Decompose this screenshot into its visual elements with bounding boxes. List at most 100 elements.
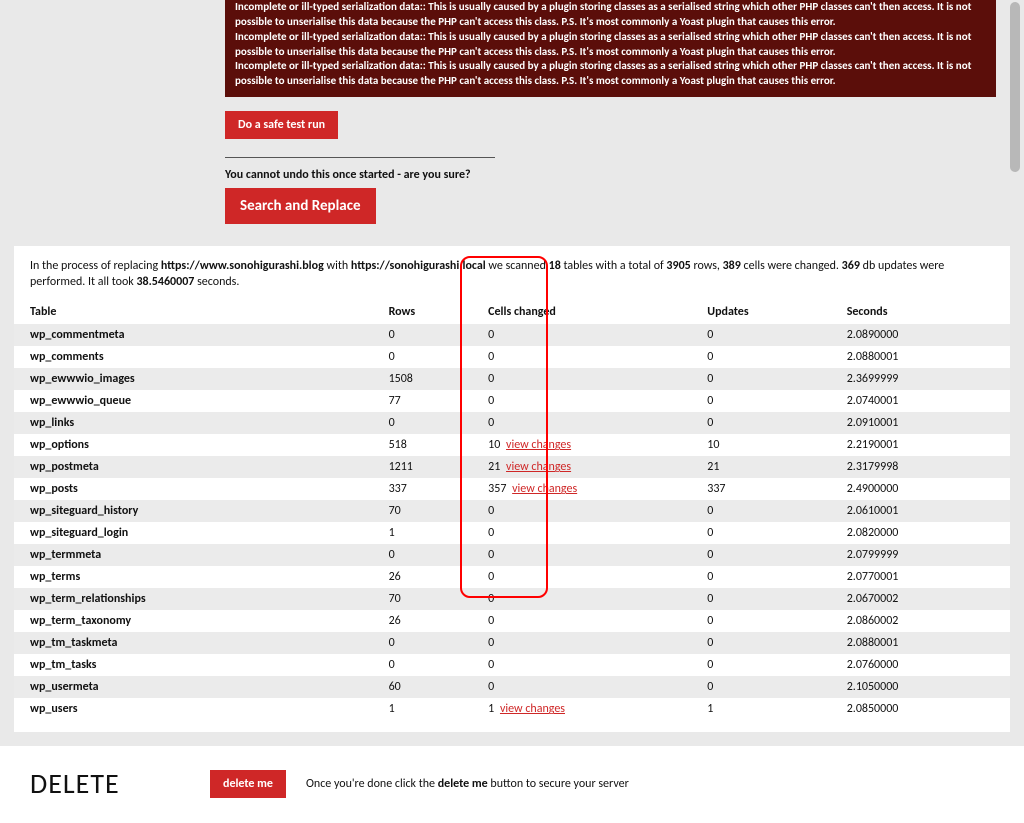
cell-rows: 1508	[373, 368, 473, 390]
cell-table-name: wp_usermeta	[14, 676, 373, 698]
cell-seconds: 2.3179998	[831, 456, 1010, 478]
cell-seconds: 2.3699999	[831, 368, 1010, 390]
table-row: wp_postmeta121121 view changes212.317999…	[14, 456, 1010, 478]
cell-seconds: 2.0670002	[831, 588, 1010, 610]
table-row: wp_posts337357 view changes3372.4900000	[14, 478, 1010, 500]
delete-help-text: Once you're done click the delete me but…	[306, 777, 629, 791]
cell-table-name: wp_siteguard_history	[14, 500, 373, 522]
cell-updates: 1	[691, 698, 830, 720]
cell-cells-changed: 357 view changes	[472, 478, 691, 500]
cell-rows: 70	[373, 588, 473, 610]
scrollbar-thumb[interactable]	[1010, 2, 1020, 172]
col-header-updates: Updates	[691, 300, 830, 324]
cell-table-name: wp_ewwwio_images	[14, 368, 373, 390]
cell-cells-changed: 0	[472, 544, 691, 566]
view-changes-link[interactable]: view changes	[500, 702, 565, 716]
search-and-replace-button[interactable]: Search and Replace	[225, 188, 376, 224]
cell-seconds: 2.0610001	[831, 500, 1010, 522]
table-row: wp_options51810 view changes102.2190001	[14, 434, 1010, 456]
table-row: wp_ewwwio_images1508002.3699999	[14, 368, 1010, 390]
serialization-error-box: Incomplete or ill-typed serialization da…	[225, 0, 996, 97]
cell-rows: 0	[373, 346, 473, 368]
table-row: wp_term_taxonomy26002.0860002	[14, 610, 1010, 632]
table-row: wp_siteguard_history70002.0610001	[14, 500, 1010, 522]
cell-seconds: 2.0799999	[831, 544, 1010, 566]
cell-table-name: wp_comments	[14, 346, 373, 368]
divider	[225, 157, 495, 158]
view-changes-link[interactable]: view changes	[506, 438, 571, 452]
cell-updates: 21	[691, 456, 830, 478]
col-header-cells: Cells changed	[472, 300, 691, 324]
view-changes-link[interactable]: view changes	[512, 482, 577, 496]
table-row: wp_terms26002.0770001	[14, 566, 1010, 588]
results-panel: In the process of replacing https://www.…	[14, 246, 1010, 732]
cell-seconds: 2.0890000	[831, 324, 1010, 346]
cell-updates: 0	[691, 610, 830, 632]
cell-cells-changed: 1 view changes	[472, 698, 691, 720]
results-table: Table Rows Cells changed Updates Seconds…	[14, 300, 1010, 720]
cell-updates: 0	[691, 324, 830, 346]
cell-seconds: 2.0880001	[831, 346, 1010, 368]
cell-updates: 0	[691, 566, 830, 588]
results-summary: In the process of replacing https://www.…	[14, 258, 1010, 300]
cell-rows: 60	[373, 676, 473, 698]
cell-cells-changed: 0	[472, 346, 691, 368]
scrollbar[interactable]	[1008, 0, 1022, 698]
cell-rows: 26	[373, 566, 473, 588]
table-row: wp_links0002.0910001	[14, 412, 1010, 434]
cell-updates: 0	[691, 500, 830, 522]
cell-updates: 0	[691, 522, 830, 544]
cell-table-name: wp_links	[14, 412, 373, 434]
cell-table-name: wp_commentmeta	[14, 324, 373, 346]
cell-rows: 0	[373, 544, 473, 566]
cell-rows: 26	[373, 610, 473, 632]
cell-seconds: 2.0850000	[831, 698, 1010, 720]
cell-seconds: 2.0880001	[831, 632, 1010, 654]
cell-cells-changed: 10 view changes	[472, 434, 691, 456]
delete-me-button[interactable]: delete me	[210, 770, 286, 798]
cell-table-name: wp_postmeta	[14, 456, 373, 478]
delete-heading: DELETE	[30, 766, 210, 801]
safe-test-run-button[interactable]: Do a safe test run	[225, 111, 338, 139]
cell-cells-changed: 0	[472, 368, 691, 390]
cell-table-name: wp_siteguard_login	[14, 522, 373, 544]
cell-updates: 0	[691, 412, 830, 434]
delete-section: DELETE delete me Once you're done click …	[0, 746, 1024, 823]
cell-rows: 1	[373, 698, 473, 720]
cell-seconds: 2.0860002	[831, 610, 1010, 632]
cell-updates: 0	[691, 632, 830, 654]
cell-updates: 10	[691, 434, 830, 456]
error-line: Incomplete or ill-typed serialization da…	[235, 30, 986, 60]
cell-seconds: 2.4900000	[831, 478, 1010, 500]
cell-cells-changed: 0	[472, 412, 691, 434]
table-row: wp_commentmeta0002.0890000	[14, 324, 1010, 346]
cell-table-name: wp_ewwwio_queue	[14, 390, 373, 412]
cell-table-name: wp_termmeta	[14, 544, 373, 566]
cell-cells-changed: 0	[472, 566, 691, 588]
cell-table-name: wp_term_taxonomy	[14, 610, 373, 632]
cell-cells-changed: 0	[472, 500, 691, 522]
table-header: Table Rows Cells changed Updates Seconds	[14, 300, 1010, 324]
cell-updates: 0	[691, 346, 830, 368]
cell-updates: 0	[691, 368, 830, 390]
view-changes-link[interactable]: view changes	[506, 460, 571, 474]
table-row: wp_users11 view changes12.0850000	[14, 698, 1010, 720]
table-row: wp_comments0002.0880001	[14, 346, 1010, 368]
cell-rows: 77	[373, 390, 473, 412]
cell-updates: 0	[691, 654, 830, 676]
cell-rows: 0	[373, 632, 473, 654]
cell-cells-changed: 0	[472, 654, 691, 676]
cell-rows: 0	[373, 654, 473, 676]
cell-cells-changed: 0	[472, 522, 691, 544]
cell-cells-changed: 0	[472, 390, 691, 412]
col-header-seconds: Seconds	[831, 300, 1010, 324]
table-row: wp_siteguard_login1002.0820000	[14, 522, 1010, 544]
cell-updates: 0	[691, 588, 830, 610]
table-row: wp_usermeta60002.1050000	[14, 676, 1010, 698]
cell-rows: 0	[373, 324, 473, 346]
cell-cells-changed: 0	[472, 610, 691, 632]
cell-seconds: 2.1050000	[831, 676, 1010, 698]
cell-updates: 0	[691, 544, 830, 566]
cell-seconds: 2.0770001	[831, 566, 1010, 588]
cell-table-name: wp_users	[14, 698, 373, 720]
